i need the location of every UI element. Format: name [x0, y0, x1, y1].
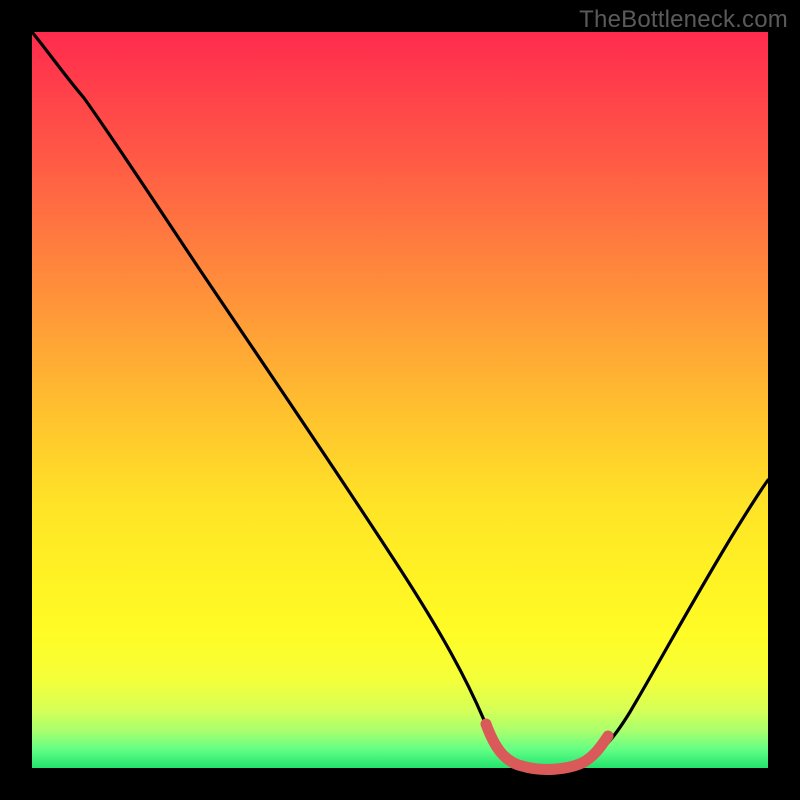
chart-frame: TheBottleneck.com: [0, 0, 800, 800]
watermark-text: TheBottleneck.com: [579, 6, 788, 34]
optimal-range-highlight: [486, 724, 608, 769]
curve-svg: [32, 32, 768, 768]
bottleneck-curve-line: [32, 32, 768, 769]
gradient-plot-area: [32, 32, 768, 768]
